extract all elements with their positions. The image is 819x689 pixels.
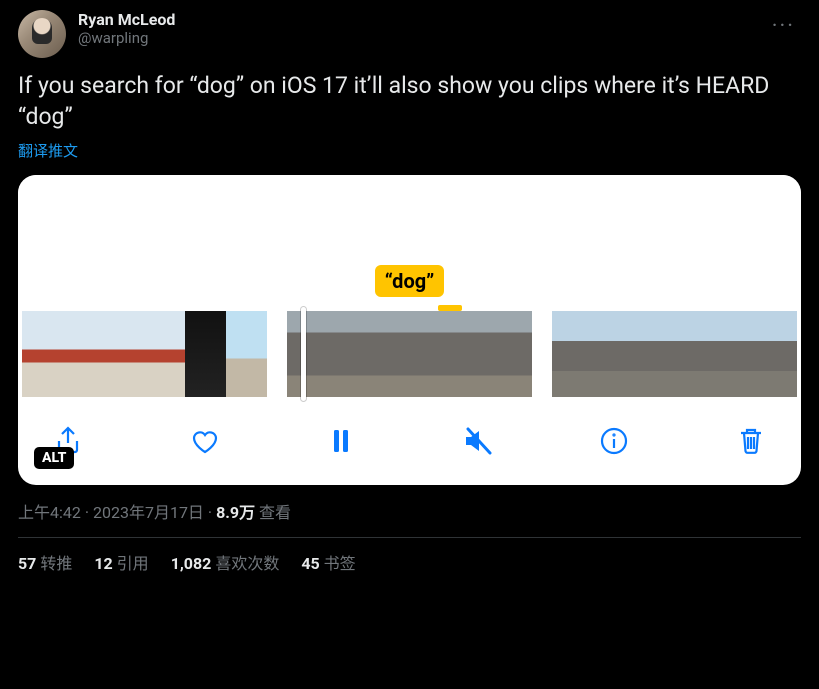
quotes-stat[interactable]: 12 引用	[94, 550, 148, 574]
bookmarks-stat[interactable]: 45 书签	[301, 550, 355, 574]
mute-icon[interactable]	[456, 419, 500, 463]
tweet-text: If you search for “dog” on iOS 17 it’ll …	[18, 70, 801, 132]
thumbnail	[336, 311, 385, 397]
alt-badge[interactable]: ALT	[34, 447, 74, 469]
thumbnail	[385, 311, 434, 397]
translate-link[interactable]: 翻译推文	[18, 140, 78, 161]
thumbnail	[715, 311, 756, 397]
likes-stat[interactable]: 1,082 喜欢次数	[171, 550, 280, 574]
thumbnail	[483, 311, 532, 397]
media-card[interactable]: “dog”	[18, 175, 801, 485]
clip-group-2[interactable]	[287, 311, 532, 397]
divider	[18, 537, 801, 538]
thumbnail	[287, 311, 336, 397]
author-block[interactable]: Ryan McLeod @warpling	[78, 10, 766, 47]
media-blank-area	[18, 175, 801, 275]
thumbnail	[22, 311, 63, 397]
retweets-stat[interactable]: 57 转推	[18, 550, 72, 574]
search-token-badge-wrap: “dog”	[18, 265, 801, 297]
meta-line: 上午4:42 · 2023年7月17日 · 8.9万 查看	[18, 499, 801, 523]
playhead[interactable]	[301, 307, 306, 401]
thumbnail	[185, 311, 226, 397]
trash-icon[interactable]	[729, 419, 773, 463]
thumbnail	[634, 311, 675, 397]
heart-icon[interactable]	[183, 419, 227, 463]
info-icon[interactable]	[592, 419, 636, 463]
post-date[interactable]: 2023年7月17日	[93, 503, 204, 522]
clip-group-1[interactable]	[22, 311, 267, 397]
filmstrip[interactable]	[18, 311, 801, 397]
thumbnail	[593, 311, 634, 397]
thumbnail	[104, 311, 145, 397]
thumbnail	[674, 311, 715, 397]
pause-icon[interactable]	[319, 419, 363, 463]
tweet-header: Ryan McLeod @warpling ···	[18, 10, 801, 58]
post-time[interactable]: 上午4:42	[18, 503, 81, 522]
thumbnail	[226, 311, 267, 397]
tweet: Ryan McLeod @warpling ··· If you search …	[18, 10, 801, 574]
search-token-badge: “dog”	[375, 265, 445, 297]
more-button[interactable]: ···	[766, 10, 801, 43]
thumbnail	[756, 311, 797, 397]
avatar[interactable]	[18, 10, 66, 58]
views-count: 8.9万	[216, 503, 255, 522]
views-label: 查看	[255, 503, 291, 522]
media-toolbar	[18, 397, 801, 469]
thumbnail	[434, 311, 483, 397]
thumbnail	[63, 311, 104, 397]
author-handle: @warpling	[78, 29, 766, 47]
thumbnail	[144, 311, 185, 397]
author-display-name: Ryan McLeod	[78, 10, 766, 29]
thumbnail	[552, 311, 593, 397]
stats-row: 57 转推 12 引用 1,082 喜欢次数 45 书签	[18, 550, 801, 574]
clip-group-3[interactable]	[552, 311, 797, 397]
